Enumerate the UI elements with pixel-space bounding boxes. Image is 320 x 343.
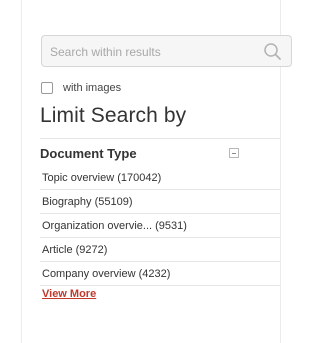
facet-item-company-overview[interactable]: Company overview (4232) (40, 262, 280, 286)
document-type-header[interactable]: Document Type (40, 138, 280, 164)
limit-search-title: Limit Search by (40, 104, 187, 127)
document-type-list: Topic overview (170042) Biography (55109… (40, 166, 280, 286)
with-images-filter[interactable]: with images (41, 80, 121, 96)
search-input[interactable] (50, 42, 250, 62)
page: with images Limit Search by Document Typ… (0, 0, 311, 343)
facet-item-article[interactable]: Article (9272) (40, 238, 280, 262)
facet-item-organization-overview[interactable]: Organization overvie... (9531) (40, 214, 280, 238)
facet-item-biography[interactable]: Biography (55109) (40, 190, 280, 214)
collapse-icon[interactable] (229, 148, 239, 158)
with-images-label[interactable]: with images (63, 82, 121, 94)
facet-item-topic-overview[interactable]: Topic overview (170042) (40, 166, 280, 190)
search-icon[interactable] (263, 42, 283, 62)
document-type-label: Document Type (40, 146, 137, 161)
view-more-link[interactable]: View More (42, 288, 96, 300)
search-box[interactable] (41, 35, 292, 67)
with-images-checkbox[interactable] (41, 82, 53, 94)
